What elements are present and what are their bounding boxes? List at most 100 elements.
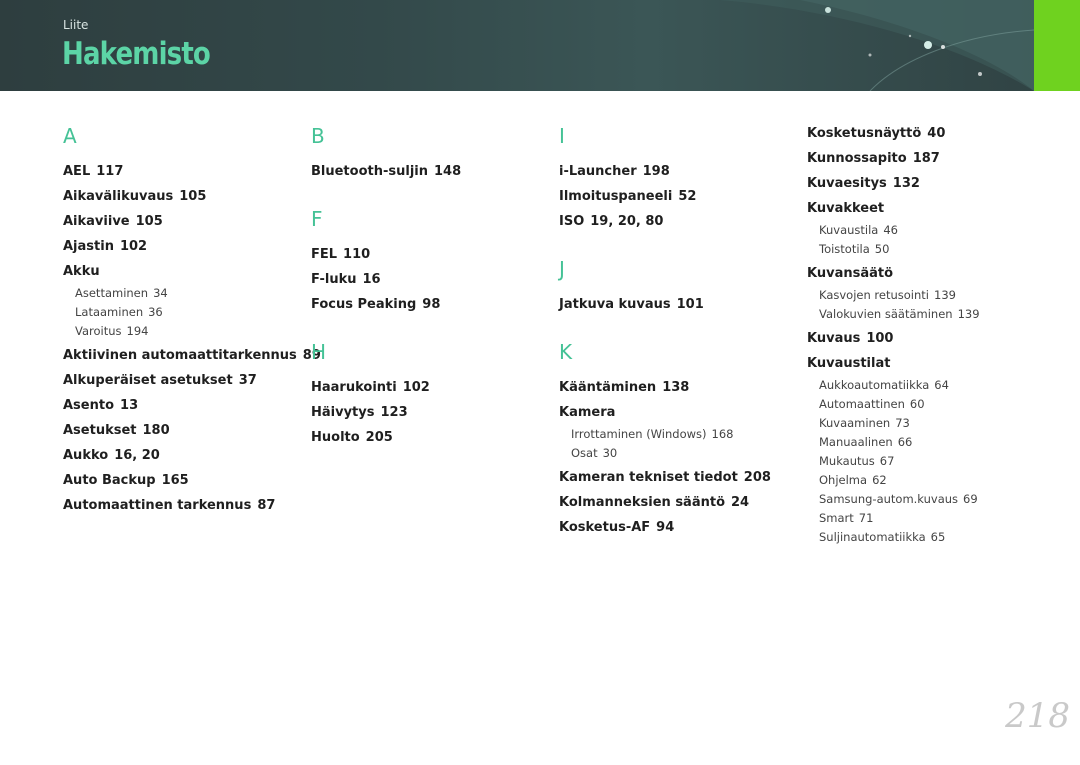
index-term: Kuvaus: [807, 331, 861, 346]
index-page-ref[interactable]: 123: [380, 405, 407, 420]
index-page-ref[interactable]: 100: [866, 331, 893, 346]
index-subentry: Suljinautomatiikka 65: [807, 528, 1047, 547]
index-page-ref[interactable]: 64: [934, 378, 949, 392]
index-page-ref[interactable]: 87: [257, 498, 275, 513]
index-page-ref[interactable]: 165: [162, 473, 189, 488]
index-page-ref[interactable]: 205: [366, 430, 393, 445]
index-page-ref[interactable]: 60: [910, 397, 925, 411]
index-subentries: Irrottaminen (Windows) 168 Osat 30: [559, 425, 799, 463]
index-page-ref[interactable]: 132: [893, 176, 920, 191]
index-subentry: Osat 30: [559, 444, 799, 463]
index-page-ref[interactable]: 139: [958, 307, 980, 321]
index-page-ref[interactable]: 34: [153, 286, 168, 300]
index-page-ref[interactable]: 19, 20, 80: [590, 214, 663, 229]
index-letter-heading: H: [311, 340, 327, 364]
index-page-ref[interactable]: 30: [603, 446, 618, 460]
index-subentries: Asettaminen 34 Lataaminen 36 Varoitus 194: [63, 284, 303, 341]
index-page-ref[interactable]: 180: [143, 423, 170, 438]
index-subentry: Aukkoautomatiikka 64: [807, 376, 1047, 395]
index-page-ref[interactable]: 101: [677, 297, 704, 312]
index-page-ref[interactable]: 71: [859, 511, 874, 525]
index-subterm: Suljinautomatiikka: [819, 530, 926, 544]
index-entry: Aikavälikuvaus 105: [63, 184, 303, 209]
index-page-ref[interactable]: 110: [343, 247, 370, 262]
index-page-ref[interactable]: 24: [731, 495, 749, 510]
index-term: Auto Backup: [63, 473, 156, 488]
index-page-ref[interactable]: 62: [872, 473, 887, 487]
index-page-ref[interactable]: 198: [643, 164, 670, 179]
index-entry: Häivytys 123: [311, 400, 551, 425]
index-term: Kamera: [559, 405, 616, 420]
index-page-ref[interactable]: 40: [927, 126, 945, 141]
index-term: Automaattinen tarkennus: [63, 498, 252, 513]
index-entry: Akku: [63, 259, 303, 284]
index-page-ref[interactable]: 73: [895, 416, 910, 430]
index-subterm: Kasvojen retusointi: [819, 288, 929, 302]
index-page-ref[interactable]: 148: [434, 164, 461, 179]
index-entry: AEL 117: [63, 159, 303, 184]
index-page-ref[interactable]: 46: [883, 223, 898, 237]
index-page-ref[interactable]: 138: [662, 380, 689, 395]
index-term: Kameran tekniset tiedot: [559, 470, 738, 485]
index-term: Kosketus-AF: [559, 520, 651, 535]
index-page-ref[interactable]: 98: [422, 297, 440, 312]
index-subentry: Lataaminen 36: [63, 303, 303, 322]
index-subentry: Kuvaaminen 73: [807, 414, 1047, 433]
index-entry: Ilmoituspaneeli 52: [559, 184, 799, 209]
index-page-ref[interactable]: 65: [931, 530, 946, 544]
index-page-ref[interactable]: 52: [678, 189, 696, 204]
index-entry: Kamera: [559, 400, 799, 425]
index-term: Haarukointi: [311, 380, 397, 395]
index-term: Häivytys: [311, 405, 375, 420]
index-page-ref[interactable]: 36: [148, 305, 163, 319]
index-entry: Kuvakkeet: [807, 196, 1047, 221]
index-page-ref[interactable]: 105: [179, 189, 206, 204]
index-term: Kääntäminen: [559, 380, 657, 395]
index-term: Alkuperäiset asetukset: [63, 373, 233, 388]
index-page-ref[interactable]: 50: [875, 242, 890, 256]
index-letter-heading: B: [311, 124, 325, 148]
index-page-ref[interactable]: 67: [880, 454, 895, 468]
index-page-ref[interactable]: 102: [120, 239, 147, 254]
index-term: Kunnossapito: [807, 151, 907, 166]
index-page-ref[interactable]: 66: [898, 435, 913, 449]
index-subentry: Kuvaustila 46: [807, 221, 1047, 240]
index-subterm: Aukkoautomatiikka: [819, 378, 930, 392]
index-term: Ilmoituspaneeli: [559, 189, 673, 204]
index-entry: Kunnossapito 187: [807, 146, 1047, 171]
index-page-ref[interactable]: 208: [744, 470, 771, 485]
index-page-ref[interactable]: 187: [913, 151, 940, 166]
index-entry: Kosketusnäyttö 40: [807, 121, 1047, 146]
index-page-ref[interactable]: 94: [656, 520, 674, 535]
index-page-ref[interactable]: 37: [239, 373, 257, 388]
index-entry: Alkuperäiset asetukset 37: [63, 368, 303, 393]
index-page-ref[interactable]: 105: [136, 214, 163, 229]
index-page-ref[interactable]: 16: [363, 272, 381, 287]
index-entry: Kameran tekniset tiedot 208: [559, 465, 799, 490]
index-page-ref[interactable]: 139: [934, 288, 956, 302]
index-page-ref[interactable]: 16, 20: [114, 448, 160, 463]
index-page-ref[interactable]: 117: [96, 164, 123, 179]
index-subterm: Automaattinen: [819, 397, 905, 411]
index-subterm: Kuvaustila: [819, 223, 879, 237]
index-page-ref[interactable]: 102: [403, 380, 430, 395]
index-entry: Aktiivinen automaattitarkennus 89: [63, 343, 321, 368]
index-term: Ajastin: [63, 239, 114, 254]
index-letter-heading: A: [63, 124, 77, 148]
index-entry: Auto Backup 165: [63, 468, 303, 493]
accent-tab: [1034, 0, 1080, 91]
index-term: Asento: [63, 398, 115, 413]
index-page-ref[interactable]: 69: [963, 492, 978, 506]
index-term: Focus Peaking: [311, 297, 417, 312]
index-page-ref[interactable]: 194: [127, 324, 149, 338]
index-subterm: Varoitus: [75, 324, 122, 338]
index-subterm: Manuaalinen: [819, 435, 893, 449]
index-subentry: Varoitus 194: [63, 322, 303, 341]
index-entry: Kuvaustilat: [807, 351, 1047, 376]
index-page-ref[interactable]: 13: [120, 398, 138, 413]
index-term: Asetukset: [63, 423, 137, 438]
index-page-ref[interactable]: 168: [712, 427, 734, 441]
index-entry: Kääntäminen 138: [559, 375, 799, 400]
index-entry: Bluetooth-suljin 148: [311, 159, 551, 184]
index-entry: FEL 110: [311, 242, 551, 267]
